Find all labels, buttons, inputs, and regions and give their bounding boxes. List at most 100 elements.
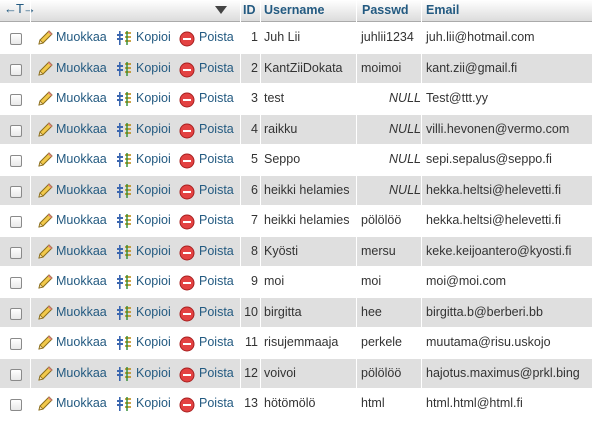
delete-link[interactable]: Poista xyxy=(199,152,234,166)
delete-icon[interactable] xyxy=(179,397,195,413)
edit-link[interactable]: Muokkaa xyxy=(56,152,107,166)
table-row[interactable]: Muokkaa Kopioi Poista 2 KantZiiDokata moimoi k… xyxy=(0,53,592,84)
row-checkbox[interactable] xyxy=(10,216,22,228)
copy-link[interactable]: Kopioi xyxy=(136,183,171,197)
delete-icon[interactable] xyxy=(179,62,195,78)
row-checkbox[interactable] xyxy=(10,33,22,45)
delete-icon[interactable] xyxy=(179,153,195,169)
pencil-icon[interactable] xyxy=(36,182,54,199)
row-checkbox[interactable] xyxy=(10,246,22,259)
table-row[interactable]: Muokkaa Kopioi Poista 11 risujemmaaja perkele… xyxy=(0,328,592,359)
column-header-id[interactable]: ID xyxy=(243,3,256,17)
pencil-icon[interactable] xyxy=(36,365,54,382)
copy-link[interactable]: Kopioi xyxy=(136,152,171,166)
table-row[interactable]: Muokkaa Kopioi Poista 5 Seppo NULL sepi.sepalu… xyxy=(0,145,592,176)
edit-link[interactable]: Muokkaa xyxy=(56,366,107,380)
copy-icon[interactable] xyxy=(116,335,134,351)
delete-icon[interactable] xyxy=(179,123,195,139)
table-row[interactable]: Muokkaa Kopioi Poista 9 moi moi moi@moi.com xyxy=(0,267,592,298)
delete-link[interactable]: Poista xyxy=(199,274,234,288)
delete-link[interactable]: Poista xyxy=(199,244,234,258)
pencil-icon[interactable] xyxy=(36,60,54,77)
pencil-icon[interactable] xyxy=(36,243,54,260)
edit-link[interactable]: Muokkaa xyxy=(56,274,107,288)
copy-icon[interactable] xyxy=(116,61,134,77)
column-header-passwd[interactable]: Passwd xyxy=(362,3,409,17)
delete-link[interactable]: Poista xyxy=(199,30,234,44)
pencil-icon[interactable] xyxy=(36,30,54,46)
pencil-icon[interactable] xyxy=(36,152,54,168)
copy-icon[interactable] xyxy=(116,183,134,199)
row-checkbox[interactable] xyxy=(10,94,22,106)
delete-icon[interactable] xyxy=(179,336,195,352)
table-row[interactable]: Muokkaa Kopioi Poista 12 voivoi pölölöö hajotu… xyxy=(0,358,592,389)
column-header-username[interactable]: Username xyxy=(264,3,324,17)
table-row[interactable]: Muokkaa Kopioi Poista 7 heikki helamies pölöl… xyxy=(0,206,592,237)
edit-link[interactable]: Muokkaa xyxy=(56,91,107,105)
row-checkbox[interactable] xyxy=(10,185,22,198)
delete-link[interactable]: Poista xyxy=(199,61,234,75)
table-row[interactable]: Muokkaa Kopioi Poista 3 test NULL Test@ttt.yy xyxy=(0,84,592,115)
dropdown-arrow-icon[interactable] xyxy=(215,6,227,14)
row-checkbox[interactable] xyxy=(10,399,22,411)
copy-link[interactable]: Kopioi xyxy=(136,244,171,258)
delete-icon[interactable] xyxy=(179,31,195,47)
pencil-icon[interactable] xyxy=(36,274,54,290)
edit-link[interactable]: Muokkaa xyxy=(56,396,107,410)
copy-link[interactable]: Kopioi xyxy=(136,30,171,44)
delete-link[interactable]: Poista xyxy=(199,122,234,136)
copy-icon[interactable] xyxy=(116,152,134,168)
copy-icon[interactable] xyxy=(116,122,134,138)
table-row[interactable]: Muokkaa Kopioi Poista 6 heikki helamies NULL h… xyxy=(0,175,592,206)
copy-icon[interactable] xyxy=(116,244,134,260)
delete-icon[interactable] xyxy=(179,245,195,261)
edit-link[interactable]: Muokkaa xyxy=(56,30,107,44)
pencil-icon[interactable] xyxy=(36,304,54,321)
copy-link[interactable]: Kopioi xyxy=(136,122,171,136)
edit-link[interactable]: Muokkaa xyxy=(56,213,107,227)
delete-icon[interactable] xyxy=(179,367,195,383)
copy-link[interactable]: Kopioi xyxy=(136,91,171,105)
delete-link[interactable]: Poista xyxy=(199,183,234,197)
copy-icon[interactable] xyxy=(116,213,134,229)
column-header-email[interactable]: Email xyxy=(426,3,459,17)
row-checkbox[interactable] xyxy=(10,307,22,320)
delete-link[interactable]: Poista xyxy=(199,91,234,105)
delete-icon[interactable] xyxy=(179,184,195,200)
pencil-icon[interactable] xyxy=(36,121,54,138)
copy-link[interactable]: Kopioi xyxy=(136,305,171,319)
edit-link[interactable]: Muokkaa xyxy=(56,122,107,136)
copy-link[interactable]: Kopioi xyxy=(136,274,171,288)
copy-link[interactable]: Kopioi xyxy=(136,335,171,349)
edit-link[interactable]: Muokkaa xyxy=(56,335,107,349)
copy-link[interactable]: Kopioi xyxy=(136,396,171,410)
copy-icon[interactable] xyxy=(116,91,134,107)
copy-link[interactable]: Kopioi xyxy=(136,366,171,380)
delete-icon[interactable] xyxy=(179,306,195,322)
table-row[interactable]: Muokkaa Kopioi Poista 1 Juh Lii juhlii1234 juh… xyxy=(0,23,592,54)
row-checkbox[interactable] xyxy=(10,124,22,137)
table-row[interactable]: Muokkaa Kopioi Poista 8 Kyösti mersu keke.keij… xyxy=(0,236,592,267)
copy-icon[interactable] xyxy=(116,366,134,382)
edit-link[interactable]: Muokkaa xyxy=(56,61,107,75)
edit-link[interactable]: Muokkaa xyxy=(56,244,107,258)
edit-link[interactable]: Muokkaa xyxy=(56,305,107,319)
row-checkbox[interactable] xyxy=(10,338,22,350)
row-checkbox[interactable] xyxy=(10,368,22,381)
copy-icon[interactable] xyxy=(116,274,134,290)
delete-icon[interactable] xyxy=(179,214,195,230)
delete-link[interactable]: Poista xyxy=(199,305,234,319)
pencil-icon[interactable] xyxy=(36,213,54,229)
delete-link[interactable]: Poista xyxy=(199,335,234,349)
pencil-icon[interactable] xyxy=(36,335,54,351)
copy-link[interactable]: Kopioi xyxy=(136,213,171,227)
row-checkbox[interactable] xyxy=(10,155,22,167)
copy-icon[interactable] xyxy=(116,396,134,412)
row-checkbox[interactable] xyxy=(10,63,22,76)
delete-link[interactable]: Poista xyxy=(199,396,234,410)
table-row[interactable]: Muokkaa Kopioi Poista 4 raikku NULL villi.hevo… xyxy=(0,114,592,145)
pencil-icon[interactable] xyxy=(36,91,54,107)
delete-link[interactable]: Poista xyxy=(199,213,234,227)
row-checkbox[interactable] xyxy=(10,277,22,289)
copy-icon[interactable] xyxy=(116,305,134,321)
